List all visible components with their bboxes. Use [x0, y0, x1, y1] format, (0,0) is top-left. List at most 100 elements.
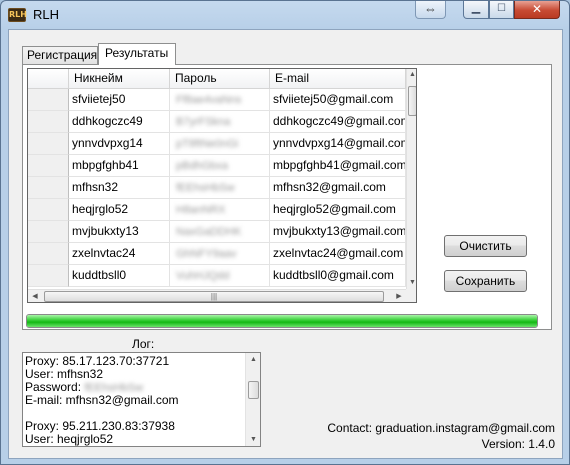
- password-cell[interactable]: VuhHJQdd: [170, 265, 270, 287]
- email-cell[interactable]: sfviietej50@gmail.com: [270, 89, 406, 111]
- table-row[interactable]: zxelnvtac24 GhNFY9aav zxelnvtac24@gmail.…: [28, 243, 406, 265]
- password-cell[interactable]: GhNFY9aav: [170, 243, 270, 265]
- email-cell[interactable]: zxelnvtac24@gmail.com: [270, 243, 406, 265]
- scroll-up-icon[interactable]: ▲: [407, 69, 416, 81]
- log-line: E-mail: mfhsn32@gmail.com: [25, 393, 179, 407]
- scroll-left-icon[interactable]: ◀: [28, 290, 42, 302]
- row-selector[interactable]: [28, 243, 69, 265]
- clear-button[interactable]: Очистить: [444, 235, 527, 257]
- grid-vertical-scrollbar[interactable]: ▲ ▼: [406, 69, 416, 289]
- nickname-cell[interactable]: heqjrglo52: [69, 199, 170, 221]
- log-scroll-down-icon[interactable]: ▼: [246, 433, 260, 446]
- close-button[interactable]: ✕: [514, 1, 560, 19]
- grid-horizontal-scrollbar[interactable]: ◀ ||| ▶: [28, 289, 406, 302]
- email-cell[interactable]: ddhkogczc49@gmail.com: [270, 111, 406, 133]
- table-row[interactable]: ddhkogczc49 B7yrFSkna ddhkogczc49@gmail.…: [28, 111, 406, 133]
- column-header-email[interactable]: E-mail: [270, 69, 406, 89]
- log-line: User: heqjrglo52: [25, 432, 114, 446]
- row-selector[interactable]: [28, 89, 69, 111]
- maximize-icon: ☐: [497, 3, 506, 14]
- password-value: NaxGaDDHK: [176, 226, 242, 238]
- horizontal-scroll-thumb[interactable]: |||: [44, 291, 384, 302]
- window-title: RLH: [33, 7, 60, 22]
- scrollbar-corner: [406, 289, 416, 302]
- log-lines: Proxy: 85.17.123.70:37721 User: mfhsn32 …: [25, 355, 245, 446]
- scroll-down-icon[interactable]: ▼: [407, 277, 416, 289]
- nickname-cell[interactable]: zxelnvtac24: [69, 243, 170, 265]
- nickname-cell[interactable]: kuddtbsll0: [69, 265, 170, 287]
- row-selector[interactable]: [28, 199, 69, 221]
- results-grid[interactable]: Никнейм Пароль E-mail sfviietej50 Ff8ae4…: [27, 68, 417, 303]
- vertical-scroll-thumb[interactable]: [408, 86, 416, 116]
- password-cell[interactable]: pBdhGbxa: [170, 155, 270, 177]
- email-cell[interactable]: mvjbukxty13@gmail.com: [270, 221, 406, 243]
- log-scroll-thumb[interactable]: [248, 381, 259, 399]
- table-row[interactable]: mbpgfghb41 pBdhGbxa mbpgfghb41@gmail.com: [28, 155, 406, 177]
- swap-arrows-button[interactable]: ⇔: [415, 1, 446, 19]
- password-value: pBdhGbxa: [176, 160, 228, 172]
- row-selector[interactable]: [28, 265, 69, 287]
- nickname-cell[interactable]: sfviietej50: [69, 89, 170, 111]
- app-window: RLH RLH ⇔ ▁ ☐ ✕ Регистрация Результаты Н…: [0, 0, 570, 465]
- password-cell[interactable]: fEEhsHbSw: [170, 177, 270, 199]
- table-row[interactable]: mvjbukxty13 NaxGaDDHK mvjbukxty13@gmail.…: [28, 221, 406, 243]
- password-cell[interactable]: H8anNRX: [170, 199, 270, 221]
- minimize-icon: ▁: [471, 1, 481, 14]
- maximize-button[interactable]: ☐: [489, 1, 514, 19]
- log-scroll-up-icon[interactable]: ▲: [246, 353, 260, 366]
- save-button[interactable]: Сохранить: [444, 270, 527, 292]
- row-header-corner[interactable]: [28, 69, 69, 89]
- tab-results[interactable]: Результаты: [98, 43, 176, 65]
- client-area: Регистрация Результаты Никнейм Пароль E-…: [8, 29, 563, 459]
- row-selector[interactable]: [28, 221, 69, 243]
- password-value: H8anNRX: [176, 204, 226, 216]
- table-row[interactable]: mfhsn32 fEEhsHbSw mfhsn32@gmail.com: [28, 177, 406, 199]
- tab-registration[interactable]: Регистрация: [22, 46, 98, 65]
- progress-fill: [27, 315, 537, 327]
- row-selector[interactable]: [28, 177, 69, 199]
- rlh-app-icon: RLH: [8, 8, 27, 22]
- password-cell[interactable]: B7yrFSkna: [170, 111, 270, 133]
- password-value: fEEhsHbSw: [176, 182, 235, 194]
- log-label: Лог:: [132, 337, 155, 351]
- progress-bar: [26, 314, 538, 328]
- nickname-cell[interactable]: mbpgfghb41: [69, 155, 170, 177]
- password-cell[interactable]: NaxGaDDHK: [170, 221, 270, 243]
- close-icon: ✕: [531, 2, 543, 16]
- nickname-cell[interactable]: ddhkogczc49: [69, 111, 170, 133]
- nickname-cell[interactable]: mvjbukxty13: [69, 221, 170, 243]
- table-row[interactable]: ynnvdvpxg14 pT8ftNe0nGi ynnvdvpxg14@gmai…: [28, 133, 406, 155]
- password-value: GhNFY9aav: [176, 248, 237, 260]
- version-text: Version: 1.4.0: [481, 437, 555, 451]
- table-row[interactable]: kuddtbsll0 VuhHJQdd kuddtbsll0@gmail.com: [28, 265, 406, 287]
- results-panel: Никнейм Пароль E-mail sfviietej50 Ff8ae4…: [22, 64, 552, 330]
- table-row[interactable]: sfviietej50 Ff8ae4vaNns sfviietej50@gmai…: [28, 89, 406, 111]
- email-cell[interactable]: heqjrglo52@gmail.com: [270, 199, 406, 221]
- scroll-right-icon[interactable]: ▶: [392, 290, 406, 302]
- column-header-nickname[interactable]: Никнейм: [69, 69, 170, 89]
- grid-body: sfviietej50 Ff8ae4vaNns sfviietej50@gmai…: [28, 89, 406, 287]
- password-value: B7yrFSkna: [176, 116, 231, 128]
- minimize-button[interactable]: ▁: [463, 1, 489, 19]
- swap-arrows-icon: ⇔: [424, 1, 437, 16]
- table-row[interactable]: heqjrglo52 H8anNRX heqjrglo52@gmail.com: [28, 199, 406, 221]
- contact-text: Contact: graduation.instagram@gmail.com: [327, 421, 555, 435]
- column-header-password[interactable]: Пароль: [170, 69, 270, 89]
- password-cell[interactable]: Ff8ae4vaNns: [170, 89, 270, 111]
- row-selector[interactable]: [28, 155, 69, 177]
- nickname-cell[interactable]: mfhsn32: [69, 177, 170, 199]
- email-cell[interactable]: mfhsn32@gmail.com: [270, 177, 406, 199]
- password-value: Ff8ae4vaNns: [176, 94, 242, 106]
- email-cell[interactable]: kuddtbsll0@gmail.com: [270, 265, 406, 287]
- email-cell[interactable]: ynnvdvpxg14@gmail.com: [270, 133, 406, 155]
- email-cell[interactable]: mbpgfghb41@gmail.com: [270, 155, 406, 177]
- log-vertical-scrollbar[interactable]: ▲ ▼: [245, 353, 260, 446]
- password-value: pT8ftNe0nGi: [176, 138, 239, 150]
- nickname-cell[interactable]: ynnvdvpxg14: [69, 133, 170, 155]
- row-selector[interactable]: [28, 133, 69, 155]
- log-textbox[interactable]: Proxy: 85.17.123.70:37721 User: mfhsn32 …: [22, 352, 261, 447]
- grid-header: Никнейм Пароль E-mail: [28, 69, 406, 89]
- title-bar[interactable]: RLH RLH ⇔ ▁ ☐ ✕: [1, 1, 569, 29]
- row-selector[interactable]: [28, 111, 69, 133]
- password-cell[interactable]: pT8ftNe0nGi: [170, 133, 270, 155]
